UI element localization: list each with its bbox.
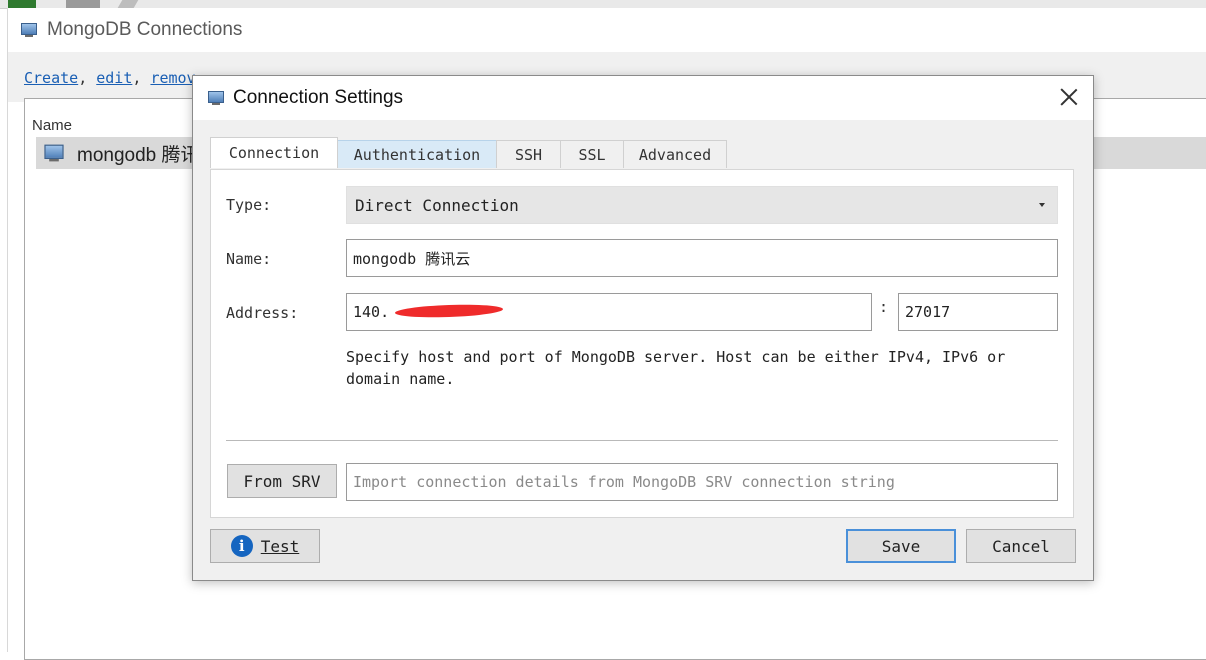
tab-authentication[interactable]: Authentication (337, 140, 497, 168)
edit-link[interactable]: edit (96, 69, 132, 87)
taskbar-app-light (117, 0, 139, 8)
column-header-name[interactable]: Name (32, 117, 72, 134)
test-button[interactable]: i Test (210, 529, 320, 563)
remove-link[interactable]: remov (150, 69, 195, 87)
close-icon[interactable] (1059, 87, 1079, 107)
monitor-icon (43, 143, 65, 162)
name-input-value: mongodb 腾讯云 (353, 249, 471, 268)
srv-input-placeholder: Import connection details from MongoDB S… (353, 473, 895, 491)
window-title: MongoDB Connections (47, 19, 243, 40)
type-select-value: Direct Connection (355, 195, 519, 215)
create-link[interactable]: Create (24, 69, 78, 87)
address-label: Address: (226, 304, 299, 322)
tab-advanced[interactable]: Advanced (623, 140, 727, 168)
srv-connection-input[interactable]: Import connection details from MongoDB S… (346, 463, 1058, 501)
connection-row-label: mongodb 腾讯 (77, 144, 200, 166)
taskbar-app-gray (66, 0, 100, 8)
tab-connection[interactable]: Connection (210, 137, 338, 168)
save-button[interactable]: Save (846, 529, 956, 563)
address-port-value: 27017 (905, 303, 951, 321)
address-hint-text: Specify host and port of MongoDB server.… (346, 348, 1006, 388)
address-host-value: 140. (353, 303, 390, 321)
from-srv-button[interactable]: From SRV (227, 464, 337, 498)
address-host-input[interactable]: 140. (346, 293, 872, 331)
link-separator: , (132, 69, 151, 87)
tab-ssl[interactable]: SSL (560, 140, 624, 168)
section-divider (226, 440, 1058, 441)
taskbar-app-green (8, 0, 36, 8)
address-port-input[interactable]: 27017 (898, 293, 1058, 331)
info-icon: i (230, 535, 253, 557)
connection-settings-dialog: Connection Settings Connection Authentic… (192, 75, 1094, 581)
type-label: Type: (226, 196, 272, 214)
type-select[interactable]: Direct Connection (346, 186, 1058, 224)
link-separator: , (78, 69, 97, 87)
test-button-label: Test (260, 536, 300, 556)
monitor-icon (207, 90, 225, 106)
name-input[interactable]: mongodb 腾讯云 (346, 239, 1058, 277)
connection-tab-panel: Type: Direct Connection Name: mongodb 腾讯… (210, 169, 1074, 518)
connection-actions: Create, edit, remov (24, 69, 196, 87)
window-title-bar: MongoDB Connections (20, 18, 242, 42)
monitor-icon (20, 22, 38, 38)
name-label: Name: (226, 250, 272, 268)
cancel-button[interactable]: Cancel (966, 529, 1076, 563)
tab-ssh[interactable]: SSH (496, 140, 561, 168)
address-port-separator: : (879, 298, 889, 316)
settings-tabs: Connection Authentication SSH SSL Advanc… (210, 137, 727, 170)
redaction-mark (394, 303, 504, 319)
dialog-title: Connection Settings (233, 87, 404, 108)
dialog-title-bar: Connection Settings (193, 76, 1093, 120)
chevron-down-icon (1039, 203, 1045, 207)
